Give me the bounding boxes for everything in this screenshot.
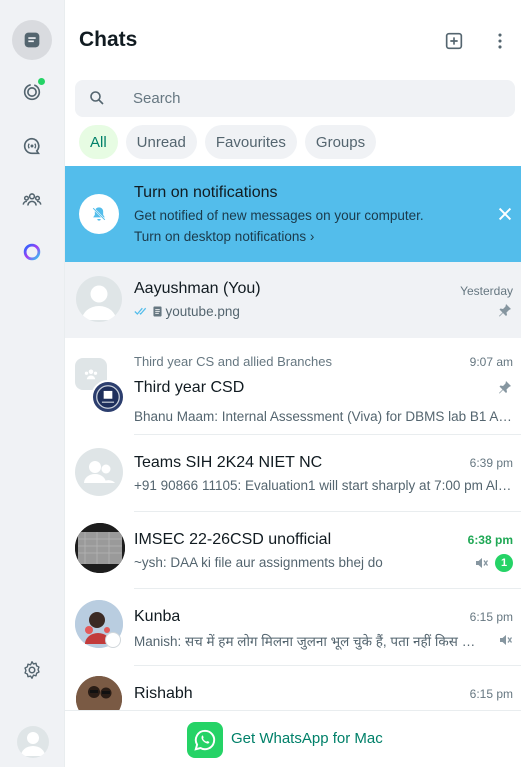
chat-preview: youtube.png: [165, 304, 240, 319]
chat-time: 6:15 pm: [469, 610, 513, 624]
chat-time: 9:07 am: [469, 355, 513, 369]
chats-icon: [24, 32, 40, 48]
channels-icon: [23, 137, 40, 155]
page-title: Chats: [79, 28, 138, 51]
chats-nav-button[interactable]: [12, 20, 52, 60]
filter-groups[interactable]: Groups: [304, 125, 377, 159]
double-check-icon: [134, 307, 147, 315]
chat-preview: +91 90866 11105: Evaluation1 will start …: [134, 478, 512, 493]
group-logo: [91, 380, 125, 414]
meta-ai-icon: [23, 243, 41, 261]
chat-preview: Bhanu Maam: Internal Assessment (Viva) f…: [134, 409, 512, 424]
chat-time: 6:15 pm: [469, 687, 513, 701]
notification-subtitle: Get notified of new messages on your com…: [134, 208, 424, 223]
chat-time: 6:39 pm: [469, 456, 513, 470]
filter-favourites[interactable]: Favourites: [204, 125, 297, 159]
communities-icon: [84, 369, 98, 380]
chat-list-panel: Chats All Unread Favourites Groups Turn …: [65, 0, 521, 767]
search-input[interactable]: [133, 80, 503, 117]
notification-title: Turn on notifications: [134, 184, 278, 201]
chat-avatar: [75, 600, 123, 648]
get-app-banner[interactable]: Get WhatsApp for Mac: [65, 710, 521, 767]
chat-avatar: [76, 276, 122, 322]
communities-nav-button[interactable]: [12, 180, 52, 220]
filter-unread[interactable]: Unread: [125, 125, 197, 159]
new-chat-icon: [445, 32, 463, 50]
pin-icon: [499, 381, 511, 394]
person-photo-icon: [76, 676, 122, 710]
notification-bell-badge: [79, 194, 119, 234]
chat-row-teams-sih[interactable]: Teams SIH 2K24 NIET NC +91 90866 11105: …: [65, 435, 521, 512]
whatsapp-logo: [187, 722, 223, 758]
chat-preview-line: youtube.png: [134, 304, 464, 319]
status-nav-button[interactable]: [12, 72, 52, 112]
chat-row-self[interactable]: Aayushman (You) youtube.png Yesterday: [65, 262, 521, 338]
group-photo-icon: [75, 523, 125, 573]
channels-nav-button[interactable]: [12, 126, 52, 166]
chat-avatar: [75, 448, 123, 496]
chat-row-third-year-csd[interactable]: Third year CS and allied Branches Third …: [65, 338, 521, 435]
search-icon: [90, 91, 104, 105]
chat-name: Kunba: [134, 608, 181, 625]
chat-time: Yesterday: [460, 284, 513, 298]
chat-name: Third year CSD: [134, 379, 245, 396]
profile-avatar[interactable]: [17, 726, 49, 758]
chat-name: Aayushman (You): [134, 280, 261, 297]
chat-name: IMSEC 22-26CSD unofficial: [134, 531, 332, 548]
chat-name: Teams SIH 2K24 NIET NC: [134, 454, 323, 471]
settings-nav-button[interactable]: [12, 650, 52, 690]
muted-icon: [500, 635, 513, 645]
close-icon: [498, 207, 512, 221]
whatsapp-icon: [194, 729, 216, 751]
gear-icon: [24, 661, 40, 679]
navigation-rail: [0, 0, 65, 767]
chat-row-imsec[interactable]: IMSEC 22-26CSD unofficial ~ysh: DAA ki f…: [65, 512, 521, 589]
chat-preview: ~ysh: DAA ki file aur assignments bhej d…: [134, 555, 383, 570]
unread-count-badge: 1: [495, 554, 513, 572]
enable-notifications-link[interactable]: Turn on desktop notifications ›: [134, 229, 314, 244]
filter-chips: All Unread Favourites Groups: [79, 125, 377, 159]
search-bar: [75, 80, 515, 117]
chat-avatar: [75, 523, 125, 573]
more-vertical-icon: [498, 33, 502, 49]
communities-icon: [22, 193, 42, 206]
pin-icon: [499, 304, 511, 317]
chat-row-kunba[interactable]: Kunba Manish: सच में हम लोग मिलना जुलना …: [65, 589, 521, 666]
chat-row-rishabh[interactable]: Rishabh 6:15 pm: [65, 666, 521, 710]
document-icon: [153, 306, 162, 317]
bell-muted-icon: [92, 207, 106, 221]
default-avatar-icon: [21, 732, 45, 756]
close-notification-button[interactable]: [495, 204, 515, 224]
status-update-dot: [38, 78, 45, 85]
filter-all[interactable]: All: [79, 125, 118, 159]
notification-banner[interactable]: Turn on notifications Get notified of ne…: [65, 166, 521, 262]
chat-list-header: Chats: [65, 0, 521, 80]
muted-icon: [476, 558, 489, 568]
get-app-label: Get WhatsApp for Mac: [231, 730, 383, 747]
default-avatar-icon: [82, 285, 116, 320]
chat-preview: Manish: सच में हम लोग मिलना जुलना भूल चु…: [134, 634, 484, 649]
community-mini-badge: [105, 632, 121, 648]
meta-ai-nav-button[interactable]: [12, 232, 52, 272]
chat-avatar: [76, 676, 122, 710]
community-avatar: [75, 358, 125, 414]
college-logo-icon: [96, 385, 120, 409]
community-name: Third year CS and allied Branches: [134, 354, 332, 369]
group-avatar-icon: [84, 461, 115, 483]
new-chat-button[interactable]: [441, 28, 467, 54]
menu-button[interactable]: [487, 28, 513, 54]
chat-time: 6:38 pm: [467, 533, 513, 547]
chat-name: Rishabh: [134, 685, 193, 702]
